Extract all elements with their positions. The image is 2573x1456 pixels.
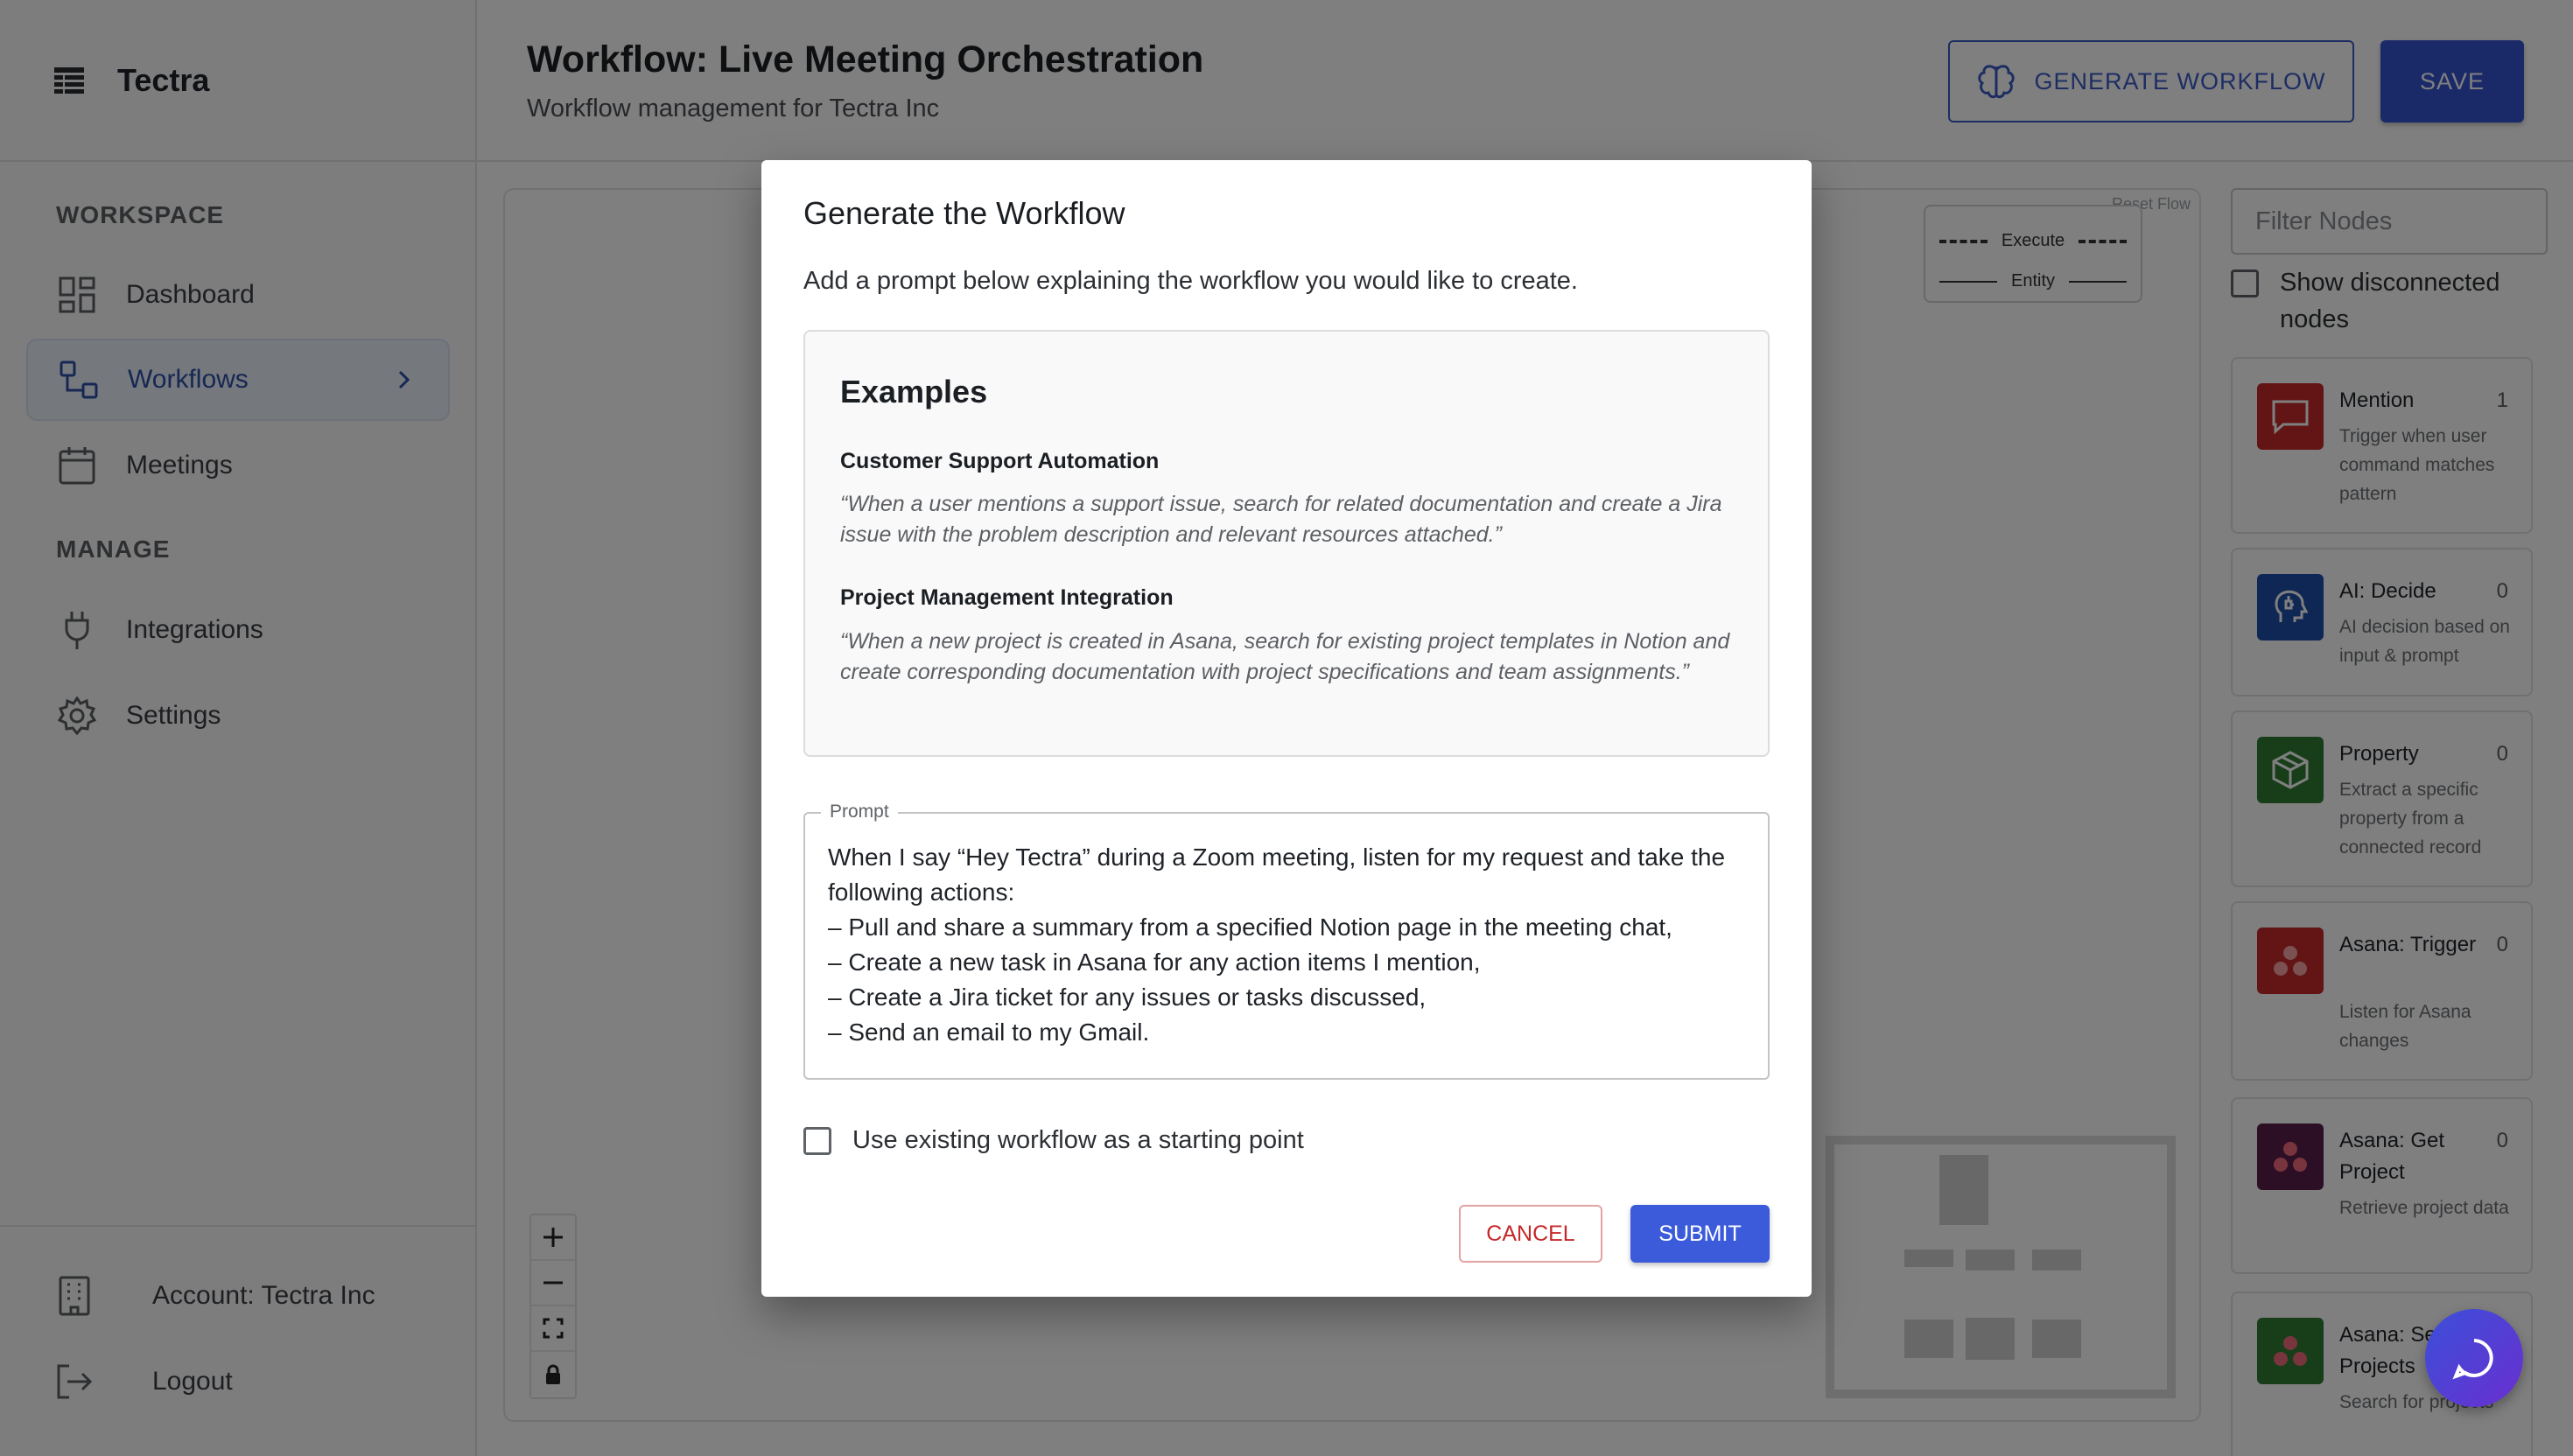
prompt-label: Prompt xyxy=(821,802,898,822)
use-existing-label: Use existing workflow as a starting poin… xyxy=(852,1126,1304,1154)
generate-workflow-dialog: Generate the Workflow Add a prompt below… xyxy=(761,160,1812,1297)
prompt-textarea[interactable]: When I say “Hey Tectra” during a Zoom me… xyxy=(828,840,1756,1050)
prompt-field[interactable]: Prompt When I say “Hey Tectra” during a … xyxy=(803,802,1770,1080)
examples-panel: Examples Customer Support Automation “Wh… xyxy=(803,330,1770,757)
use-existing-checkbox[interactable] xyxy=(803,1126,831,1155)
dialog-title: Generate the Workflow xyxy=(803,195,1125,231)
chat-button[interactable] xyxy=(2425,1309,2523,1407)
chat-icon xyxy=(2452,1339,2493,1380)
example-quote: “When a new project is created in Asana,… xyxy=(840,629,1730,684)
example-name: Project Management Integration xyxy=(840,585,1174,610)
cancel-button[interactable]: CANCEL xyxy=(1459,1205,1602,1263)
example-quote: “When a user mentions a support issue, s… xyxy=(840,492,1722,547)
example-name: Customer Support Automation xyxy=(840,449,1160,473)
use-existing-toggle[interactable]: Use existing workflow as a starting poin… xyxy=(803,1126,1304,1155)
dialog-description: Add a prompt below explaining the workfl… xyxy=(803,267,1578,295)
submit-button[interactable]: SUBMIT xyxy=(1630,1205,1770,1263)
examples-title: Examples xyxy=(840,374,988,410)
